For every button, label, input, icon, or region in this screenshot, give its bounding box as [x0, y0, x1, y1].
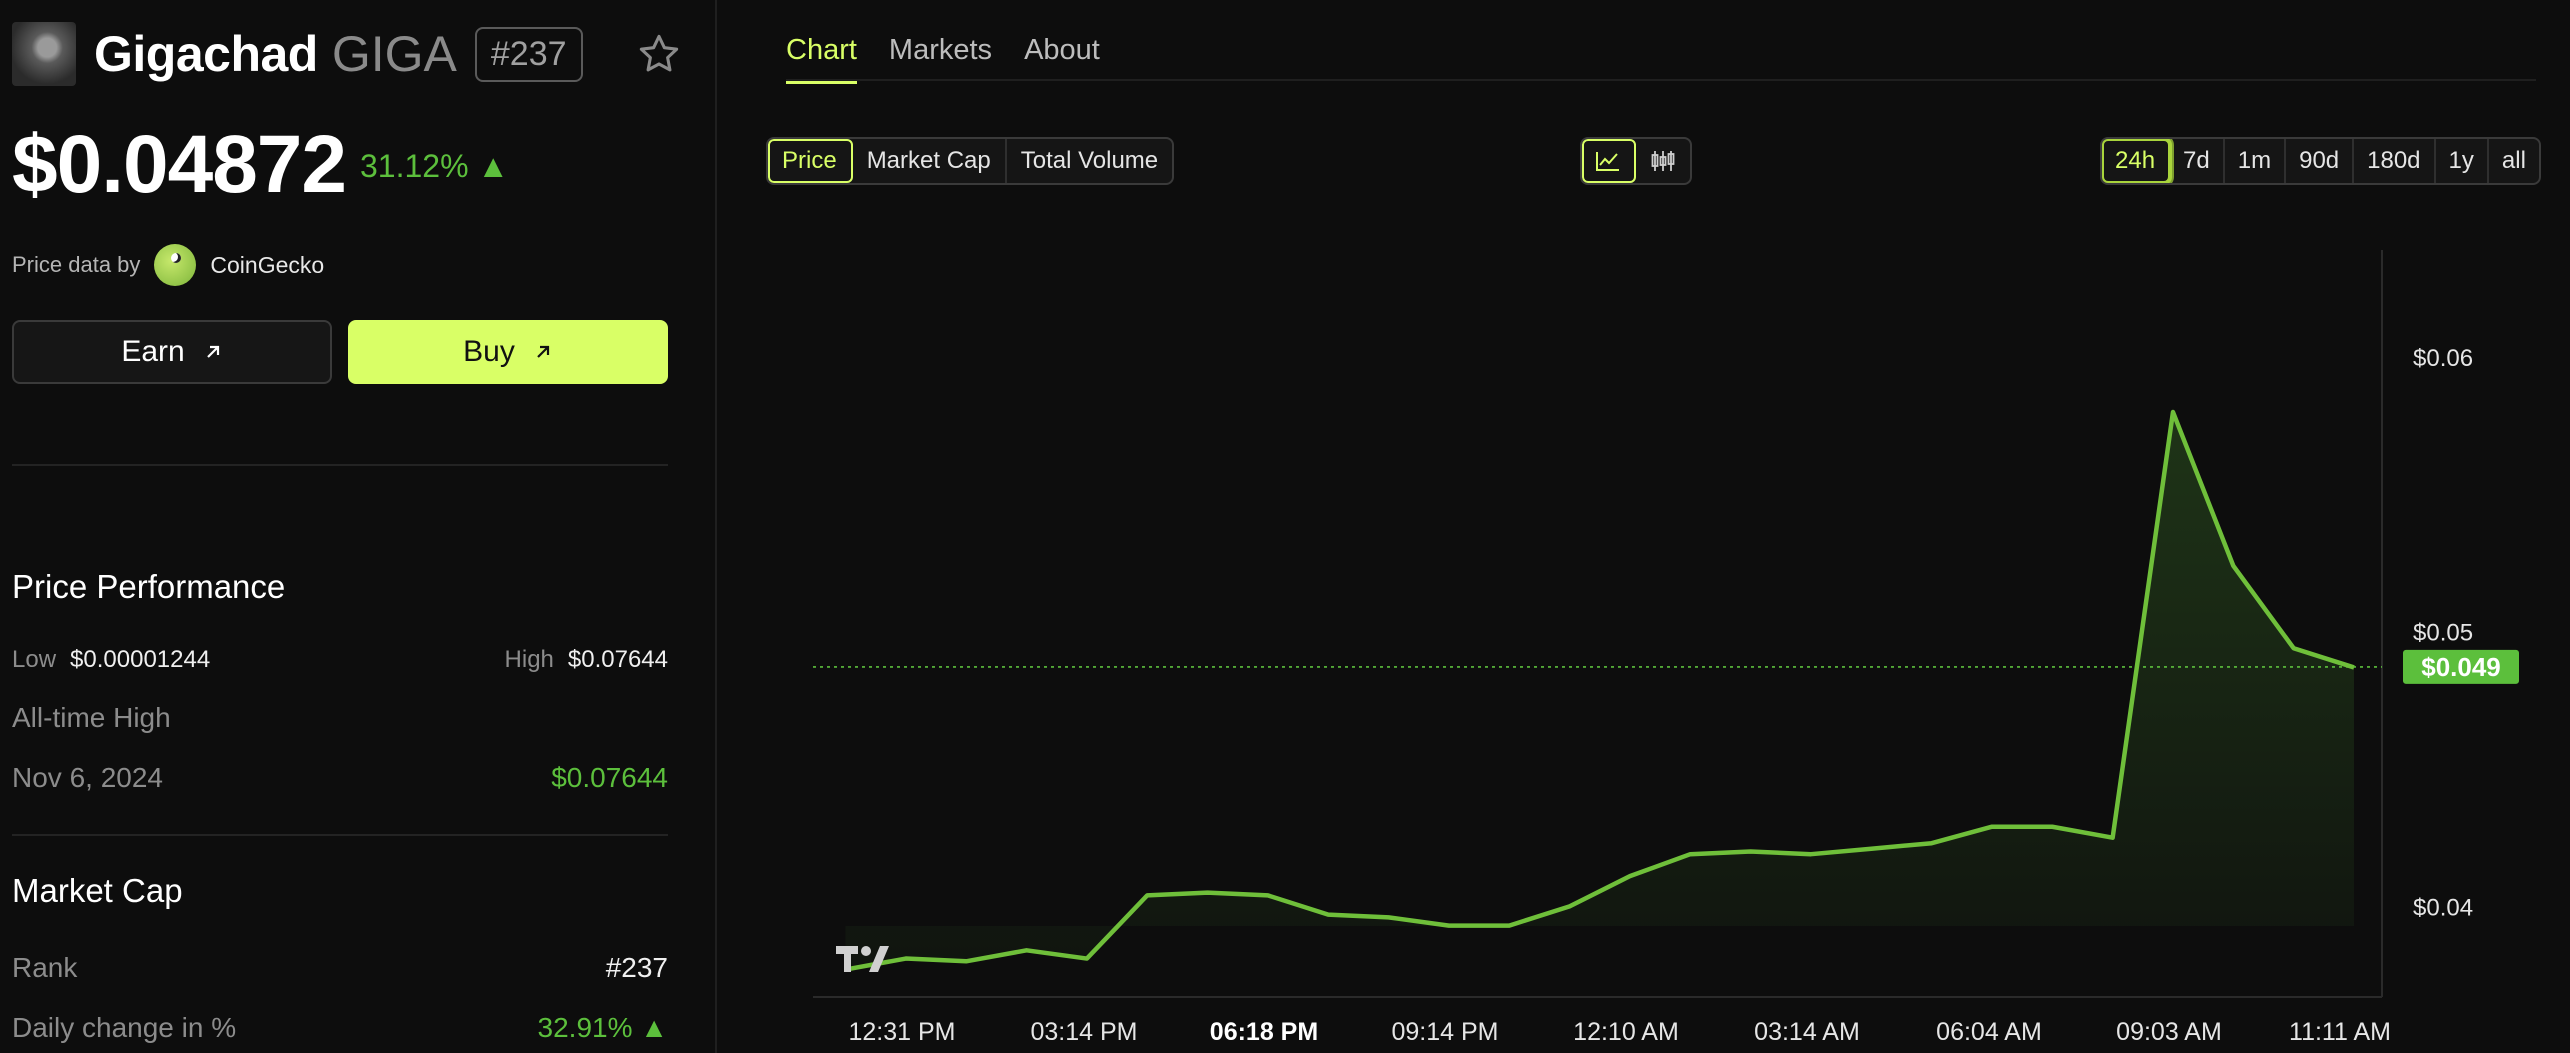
x-tick-label: 09:03 AM — [2116, 1018, 2222, 1046]
arrow-up-right-icon — [537, 345, 549, 358]
buy-button[interactable]: Buy — [348, 320, 668, 384]
line-chart-button[interactable] — [1582, 139, 1636, 183]
earn-button[interactable]: Earn — [12, 320, 332, 384]
range-all[interactable]: all — [2489, 139, 2539, 183]
rank-badge: #237 — [474, 26, 583, 82]
low-value: $0.00001244 — [70, 646, 211, 673]
ath-row: All-time High — [12, 702, 668, 734]
candlestick-button[interactable] — [1636, 139, 1690, 183]
time-range-selector: 24h 7d 1m 90d 180d 1y all — [2100, 137, 2541, 185]
x-tick-label: 03:14 PM — [1030, 1018, 1137, 1046]
coin-sidebar: Gigachad GIGA #237 $0.04872 31.12% ▲ Pri… — [0, 0, 717, 1053]
range-90d[interactable]: 90d — [2286, 139, 2355, 183]
star-icon[interactable] — [636, 31, 682, 77]
daily-change-value: 32.91% ▲ — [537, 1012, 668, 1043]
price-chart[interactable]: $0.04 $0.05 $0.06 $0.049 12:31 PM 03:14 PM 06:… — [800, 250, 2530, 1053]
high-value: $0.07644 — [567, 646, 668, 673]
y-tick-label: $0.05 — [2413, 620, 2473, 647]
candlestick-icon — [1651, 151, 1675, 171]
x-tick-label: 06:18 PM — [1210, 1018, 1318, 1046]
tab-bar: Chart Markets About — [786, 34, 1132, 84]
x-tick-label: 09:14 PM — [1391, 1018, 1498, 1046]
market-cap-title: Market Cap — [12, 872, 183, 909]
coin-header: Gigachad GIGA #237 — [12, 22, 682, 86]
rank-label: Rank — [12, 952, 78, 983]
provider-name[interactable]: CoinGecko — [210, 252, 324, 279]
range-7d[interactable]: 7d — [2170, 139, 2225, 183]
high-label: High — [504, 646, 554, 673]
divider — [12, 464, 668, 466]
price-provider: Price data by CoinGecko — [12, 244, 324, 286]
price-change: 31.12% ▲ — [360, 148, 510, 184]
range-24h[interactable]: 24h — [2101, 139, 2173, 183]
tabs-divider — [786, 79, 2536, 81]
earn-label: Earn — [121, 335, 185, 368]
x-tick-label: 03:14 AM — [1754, 1018, 1860, 1046]
daily-change-label: Daily change in % — [12, 1012, 237, 1043]
ath-date-row: Nov 6, 2024 $0.07644 — [12, 762, 668, 794]
tab-about[interactable]: About — [1024, 34, 1100, 84]
x-tick-label: 06:04 AM — [1936, 1018, 2042, 1046]
daily-change-row: Daily change in % 32.91% ▲ — [12, 1012, 668, 1044]
tab-chart[interactable]: Chart — [786, 34, 857, 84]
tradingview-logo-icon — [836, 946, 889, 972]
range-1y[interactable]: 1y — [2436, 139, 2489, 183]
rank-value: #237 — [605, 952, 668, 983]
arrow-up-right-icon — [206, 345, 219, 358]
divider — [12, 834, 668, 836]
price-area — [845, 412, 2354, 970]
metric-total-volume[interactable]: Total Volume — [1007, 139, 1172, 183]
y-tick-label: $0.06 — [2413, 345, 2473, 372]
current-price: $0.04872 — [12, 119, 347, 210]
x-tick-label: 12:31 PM — [848, 1018, 955, 1046]
price-performance-title: Price Performance — [12, 568, 286, 605]
provider-label: Price data by — [12, 252, 141, 277]
line-chart-icon — [1596, 152, 1619, 171]
tab-markets[interactable]: Markets — [889, 34, 992, 84]
metric-market-cap[interactable]: Market Cap — [853, 139, 1007, 183]
metric-price[interactable]: Price — [768, 139, 853, 183]
ath-date: Nov 6, 2024 — [12, 762, 163, 793]
chart-type-selector — [1580, 137, 1692, 185]
low-high-row: Low $0.00001244 High $0.07644 — [12, 646, 668, 674]
rank-row: Rank #237 — [12, 952, 668, 984]
x-tick-label: 11:11 AM — [2289, 1018, 2391, 1046]
range-1m[interactable]: 1m — [2225, 139, 2287, 183]
range-180d[interactable]: 180d — [2354, 139, 2436, 183]
metric-selector: Price Market Cap Total Volume — [766, 137, 1175, 185]
current-price-label: $0.049 — [2421, 652, 2501, 682]
buy-label: Buy — [463, 335, 515, 368]
coingecko-logo-icon — [154, 244, 197, 286]
y-tick-label: $0.04 — [2413, 894, 2473, 921]
ath-label: All-time High — [12, 702, 171, 733]
ath-value: $0.07644 — [551, 762, 668, 793]
low-label: Low — [12, 646, 57, 673]
coin-symbol: GIGA — [331, 26, 457, 82]
x-tick-label: 12:10 AM — [1573, 1018, 1679, 1046]
coin-name: Gigachad — [94, 26, 318, 82]
coin-avatar — [12, 22, 76, 86]
